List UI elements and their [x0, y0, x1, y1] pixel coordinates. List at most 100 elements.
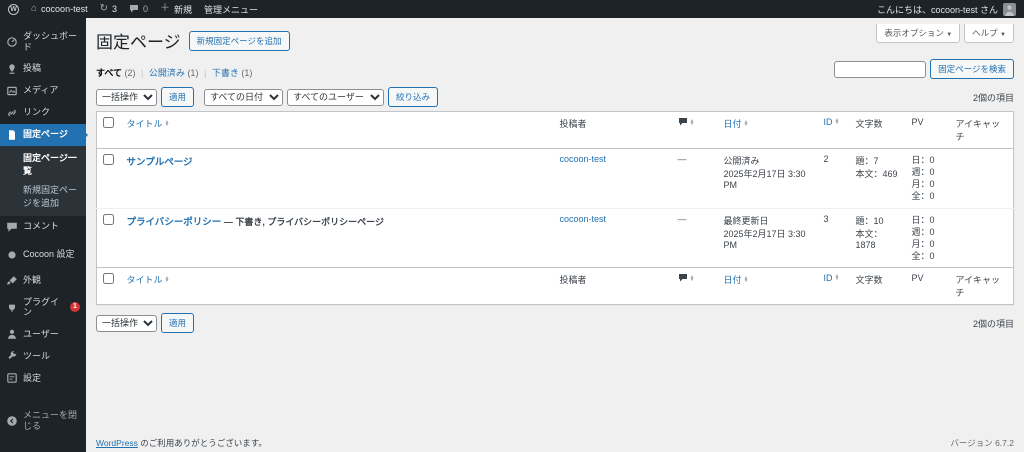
status-filter-links: すべて (2) | 公開済み (1) | 下書き (1) — [96, 66, 252, 79]
admin-menu-item[interactable]: 管理メニュー — [204, 3, 258, 16]
comments-count: 0 — [142, 4, 148, 14]
filter-all-link[interactable]: すべて — [96, 68, 122, 78]
comments-value: — — [677, 154, 687, 164]
sort-title-header[interactable]: タイトル ▲ ▼ — [127, 117, 170, 130]
chars-body: 本文：469 — [855, 169, 898, 179]
page-title-link[interactable]: プライバシーポリシー — [127, 217, 222, 228]
comments-value: — — [677, 213, 687, 224]
pv-header: PV — [905, 111, 950, 149]
search-box: 固定ページを検索 — [834, 59, 1014, 79]
sort-comments-header[interactable]: ▲ ▼ — [678, 273, 694, 284]
sidebar-item-label: メディア — [23, 85, 59, 96]
admin-menu-label: 管理メニュー — [204, 4, 259, 15]
sidebar-item-appearance[interactable]: 外観 — [0, 270, 86, 292]
sidebar-item-label: 投稿 — [23, 63, 42, 74]
search-input[interactable] — [834, 60, 927, 78]
sort-date-header[interactable]: 日付 ▲ ▼ — [724, 273, 749, 286]
bulk-action-select[interactable]: 一括操作 — [96, 88, 157, 106]
row-checkbox[interactable] — [103, 154, 114, 165]
sort-date-header[interactable]: 日付 ▲ ▼ — [724, 117, 749, 130]
my-account-menu[interactable]: こんにちは、cocoon-test さん — [877, 3, 998, 16]
eyecatch-cell — [950, 149, 1014, 209]
submenu-item-all-pages[interactable]: 固定ページ一覧 — [0, 148, 86, 180]
sort-title-header[interactable]: タイトル ▲ ▼ — [127, 273, 170, 286]
eyecatch-header: アイキャッチ — [949, 111, 1014, 149]
sort-id-header[interactable]: ID ▲ ▼ — [824, 117, 840, 127]
sort-comments-header[interactable]: ▲ ▼ — [678, 117, 694, 128]
plugins-update-badge: 1 — [70, 302, 80, 313]
pv-day: 日：0 — [911, 155, 935, 165]
items-count: 2個の項目 — [972, 92, 1014, 103]
wp-logo-menu[interactable]: W — [8, 3, 19, 15]
sidebar-item-label: 外観 — [23, 275, 42, 286]
chevron-down-icon: ▼ — [1000, 32, 1006, 38]
avatar[interactable] — [1003, 2, 1016, 16]
link-icon — [6, 107, 18, 119]
submenu-item-add-new-page[interactable]: 新規固定ページを追加 — [0, 180, 86, 212]
sidebar-item-label: コメント — [23, 221, 60, 232]
sidebar-item-users[interactable]: ユーザー — [0, 323, 86, 345]
apply-button-bottom[interactable]: 適用 — [161, 313, 195, 334]
sidebar-item-collapse-menu[interactable]: メニューを閉じる — [0, 405, 86, 437]
tablenav-top: 一括操作 適用 すべての日付 すべてのユーザー 絞り込み 2個の項目 — [96, 87, 1014, 107]
add-new-page-button[interactable]: 新規固定ページを追加 — [188, 30, 290, 51]
admin-bar: W ⌂ cocoon-test ↻ 3 0 ＋ 新規 管理メニュー こんにちは、… — [0, 0, 1024, 18]
comments-icon — [6, 221, 18, 233]
chars-cell: 題：10 本文：1878 — [849, 207, 906, 268]
date-filter-select[interactable]: すべての日付 — [204, 88, 284, 106]
select-all-checkbox[interactable] — [103, 273, 114, 285]
date-cell: 公開済み 2025年2月17日 3:30 PM — [718, 149, 818, 209]
sidebar-item-media[interactable]: メディア — [0, 80, 86, 102]
filter-published-link[interactable]: 公開済み — [149, 68, 185, 78]
pushpin-icon — [6, 63, 18, 75]
sidebar-item-label: 固定ページ — [23, 129, 68, 140]
post-state: — 下書き, プライバシーポリシーページ — [221, 216, 384, 227]
table-footer-row: タイトル ▲ ▼ 投稿者 ▲ ▼ 日付 ▲ ▼ ID ▲ ▼ 文字数 PV アイキャッチ — [96, 267, 1014, 305]
sidebar-item-cocoon-settings[interactable]: Cocoon 設定 — [0, 244, 86, 266]
sidebar-item-links[interactable]: リンク — [0, 102, 86, 124]
comment-bubble-icon — [129, 4, 139, 15]
author-header: 投稿者 — [553, 111, 672, 149]
sort-id-header[interactable]: ID ▲ ▼ — [824, 273, 840, 283]
user-icon — [6, 328, 18, 340]
updates-menu[interactable]: ↻ 3 — [100, 4, 117, 15]
footer-thanks-text: のご利用ありがとうございます。 — [137, 438, 267, 448]
sidebar-item-settings[interactable]: 設定 — [0, 367, 86, 389]
pv-total: 全：0 — [911, 250, 935, 261]
sidebar-item-label: Cocoon 設定 — [23, 249, 75, 260]
filter-draft-link[interactable]: 下書き — [212, 68, 239, 78]
sidebar-item-comments[interactable]: コメント — [0, 216, 86, 238]
user-filter-select[interactable]: すべてのユーザー — [287, 88, 385, 106]
site-name: cocoon-test — [41, 4, 88, 14]
new-content-menu[interactable]: ＋ 新規 — [160, 3, 192, 16]
sidebar-item-posts[interactable]: 投稿 — [0, 58, 86, 80]
wordpress-link[interactable]: WordPress — [96, 438, 138, 448]
author-link[interactable]: cocoon-test — [560, 214, 607, 224]
apply-button[interactable]: 適用 — [161, 87, 195, 107]
date-value: 2025年2月17日 3:30 PM — [723, 228, 806, 250]
sidebar-item-dashboard[interactable]: ダッシュボード — [0, 26, 86, 58]
search-pages-button[interactable]: 固定ページを検索 — [930, 59, 1014, 79]
sidebar-item-pages[interactable]: 固定ページ — [0, 123, 88, 146]
select-all-checkbox[interactable] — [103, 117, 114, 128]
sidebar-item-tools[interactable]: ツール — [0, 345, 86, 367]
chars-body: 本文：1878 — [855, 228, 883, 250]
pages-table: タイトル ▲ ▼ 投稿者 ▲ ▼ 日付 ▲ ▼ ID ▲ ▼ 文字数 PV アイキャッチ サン… — [96, 111, 1014, 306]
screen-options-button[interactable]: 表示オプション ▼ — [876, 24, 961, 43]
bulk-action-select-bottom[interactable]: 一括操作 — [96, 314, 157, 332]
filter-button[interactable]: 絞り込み — [388, 87, 439, 107]
chars-title: 題：7 — [855, 156, 879, 166]
id-value: 3 — [817, 207, 850, 268]
id-value: 2 — [823, 154, 829, 164]
row-checkbox[interactable] — [103, 213, 114, 225]
filter-separator: | — [141, 68, 144, 78]
author-link[interactable]: cocoon-test — [560, 154, 607, 164]
help-button[interactable]: ヘルプ ▼ — [964, 24, 1014, 43]
site-name-menu[interactable]: ⌂ cocoon-test — [31, 4, 88, 15]
brush-icon — [6, 275, 18, 287]
sidebar-item-plugins[interactable]: プラグイン 1 — [0, 292, 86, 324]
comments-menu[interactable]: 0 — [129, 4, 148, 15]
page-title-link[interactable]: サンプルページ — [127, 157, 193, 168]
sort-icon: ▲ ▼ — [834, 273, 840, 283]
admin-sidebar: ダッシュボード 投稿 メディア リンク 固定ページ 固定ページ一覧 新規固定ペー… — [0, 18, 88, 452]
